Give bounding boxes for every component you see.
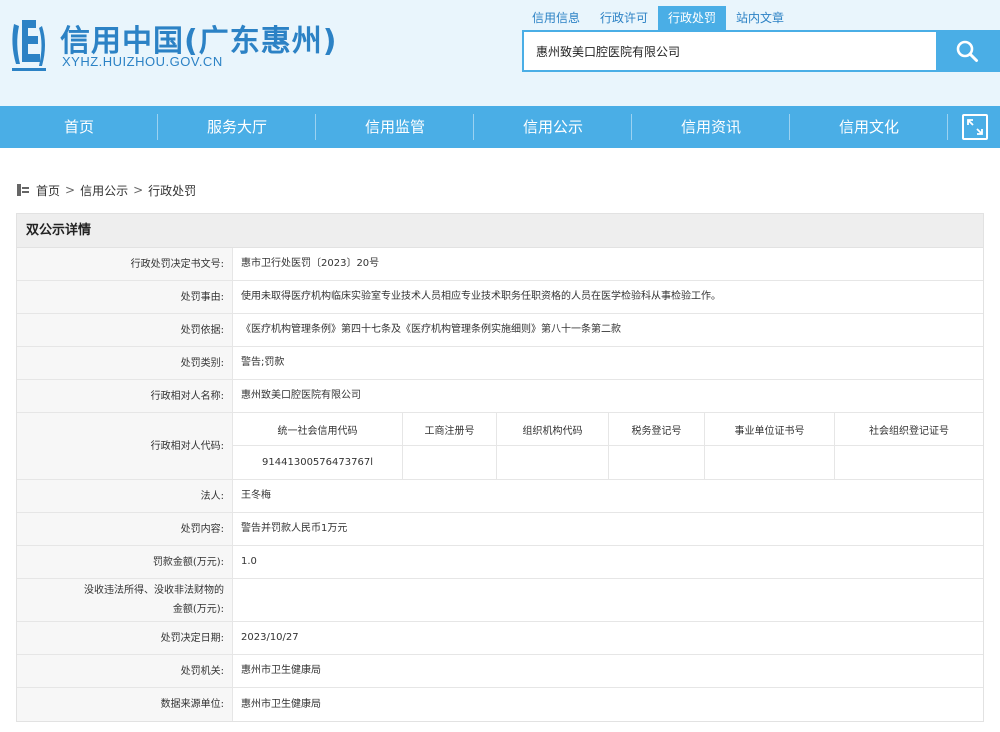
breadcrumb-admin-penalty[interactable]: 行政处罚 [148, 182, 196, 199]
basis-label: 处罚依据: [17, 314, 233, 346]
search-tab-credit-info[interactable]: 信用信息 [522, 6, 590, 30]
code-value-social-org-reg [835, 446, 983, 479]
detail-row: 处罚决定日期: 2023/10/27 [17, 622, 983, 655]
confiscation-label-line1: 没收违法所得、没收非法财物的 [84, 585, 224, 596]
code-header-org-code: 组织机构代码 [497, 413, 609, 446]
legal-person-value: 王冬梅 [241, 490, 271, 501]
fine-label: 罚款金额(万元): [17, 546, 233, 578]
logo-mark-icon[interactable] [6, 14, 52, 74]
party-name-label: 行政相对人名称: [17, 380, 233, 412]
legal-person-label: 法人: [17, 480, 233, 512]
detail-panel: 双公示详情 行政处罚决定书文号: 惠市卫行处医罚〔2023〕20号 处罚事由: … [16, 213, 984, 722]
breadcrumb-separator: > [133, 183, 144, 197]
search-input[interactable] [524, 32, 936, 70]
detail-row: 处罚内容: 警告并罚款人民币1万元 [17, 513, 983, 546]
site-header: 信用中国(广东惠州) XYHZ.HUIZHOU.GOV.CN 信用信息 行政许可… [0, 0, 1000, 106]
search-tab-admin-license[interactable]: 行政许可 [590, 6, 658, 30]
detail-row: 处罚事由: 使用未取得医疗机构临床实验室专业技术人员相应专业技术职务任职资格的人… [17, 281, 983, 314]
code-value-business-reg [403, 446, 497, 479]
location-icon [17, 184, 29, 196]
decision-no-label: 行政处罚决定书文号: [17, 248, 233, 280]
search-button[interactable] [936, 32, 998, 70]
detail-row: 处罚类别: 警告;罚款 [17, 347, 983, 380]
breadcrumb: 首页 > 信用公示 > 行政处罚 [16, 182, 196, 198]
nav-item-credit-publicity[interactable]: 信用公示 [474, 106, 632, 148]
detail-row: 处罚机关: 惠州市卫生健康局 [17, 655, 983, 688]
authority-label: 处罚机关: [17, 655, 233, 687]
nav-item-credit-news[interactable]: 信用资讯 [632, 106, 790, 148]
code-header-social-org-reg: 社会组织登记证号 [869, 426, 949, 437]
fine-value: 1.0 [241, 556, 257, 567]
detail-row: 数据来源单位: 惠州市卫生健康局 [17, 688, 983, 721]
reason-value: 使用未取得医疗机构临床实验室专业技术人员相应专业技术职务任职资格的人员在医学检验… [241, 291, 721, 302]
basis-value: 《医疗机构管理条例》第四十七条及《医疗机构管理条例实施细则》第八十一条第二款 [241, 324, 621, 335]
nav-item-credit-culture[interactable]: 信用文化 [790, 106, 948, 148]
detail-row: 法人: 王冬梅 [17, 480, 983, 513]
search-tabs: 信用信息 行政许可 行政处罚 站内文章 [522, 6, 794, 30]
main-nav: 首页 服务大厅 信用监管 信用公示 信用资讯 信用文化 [0, 106, 1000, 148]
code-header-tax-reg: 税务登记号 [609, 413, 705, 446]
expand-icon [967, 119, 983, 135]
confiscation-value [233, 579, 983, 621]
code-value-institution-cert [705, 446, 835, 479]
detail-row: 处罚依据: 《医疗机构管理条例》第四十七条及《医疗机构管理条例实施细则》第八十一… [17, 314, 983, 347]
category-label: 处罚类别: [17, 347, 233, 379]
code-header-business-reg: 工商注册号 [403, 413, 497, 446]
breadcrumb-separator: > [65, 183, 76, 197]
panel-title: 双公示详情 [17, 214, 983, 248]
search-icon [956, 40, 978, 62]
decision-no-value: 惠市卫行处医罚〔2023〕20号 [241, 258, 380, 269]
source-label: 数据来源单位: [17, 688, 233, 721]
detail-row: 行政相对人名称: 惠州致美口腔医院有限公司 [17, 380, 983, 413]
nav-item-home[interactable]: 首页 [0, 106, 158, 148]
breadcrumb-credit-publicity[interactable]: 信用公示 [80, 182, 128, 199]
code-value-tax-reg [609, 446, 705, 479]
content-label: 处罚内容: [17, 513, 233, 545]
detail-row: 没收违法所得、没收非法财物的 金额(万元): [17, 579, 983, 622]
date-label: 处罚决定日期: [17, 622, 233, 654]
code-header-institution-cert: 事业单位证书号 [705, 413, 835, 446]
code-header-unified-credit: 统一社会信用代码 [233, 413, 403, 446]
content-value: 警告并罚款人民币1万元 [241, 523, 348, 534]
party-code-label: 行政相对人代码: [17, 413, 233, 479]
party-code-value-row: 91441300576473767l [233, 446, 983, 479]
search-tab-admin-penalty[interactable]: 行政处罚 [658, 6, 727, 30]
breadcrumb-home[interactable]: 首页 [36, 182, 60, 199]
reason-label: 处罚事由: [17, 281, 233, 313]
party-name-value: 惠州致美口腔医院有限公司 [241, 390, 361, 401]
nav-item-credit-supervision[interactable]: 信用监管 [316, 106, 474, 148]
party-code-table: 统一社会信用代码 工商注册号 组织机构代码 税务登记号 事业单位证书号 社会组织… [233, 413, 983, 479]
detail-row: 罚款金额(万元): 1.0 [17, 546, 983, 579]
detail-row: 行政处罚决定书文号: 惠市卫行处医罚〔2023〕20号 [17, 248, 983, 281]
expand-button[interactable] [962, 114, 988, 140]
category-value: 警告;罚款 [241, 357, 285, 368]
search-tab-site-articles[interactable]: 站内文章 [726, 6, 794, 30]
detail-row: 行政相对人代码: 统一社会信用代码 工商注册号 组织机构代码 税务登记号 事业单… [17, 413, 983, 480]
source-value: 惠州市卫生健康局 [241, 698, 321, 710]
authority-value: 惠州市卫生健康局 [241, 665, 321, 676]
date-value: 2023/10/27 [241, 632, 299, 643]
confiscation-label: 没收违法所得、没收非法财物的 金额(万元): [17, 579, 233, 621]
party-code-header-row: 统一社会信用代码 工商注册号 组织机构代码 税务登记号 事业单位证书号 社会组织… [233, 413, 983, 446]
search-box [522, 30, 1000, 72]
code-value-org-code [497, 446, 609, 479]
nav-item-service-hall[interactable]: 服务大厅 [158, 106, 316, 148]
confiscation-label-line2: 金额(万元): [172, 604, 224, 615]
code-value-unified-credit: 91441300576473767l [233, 446, 403, 479]
site-url: XYHZ.HUIZHOU.GOV.CN [62, 54, 223, 69]
